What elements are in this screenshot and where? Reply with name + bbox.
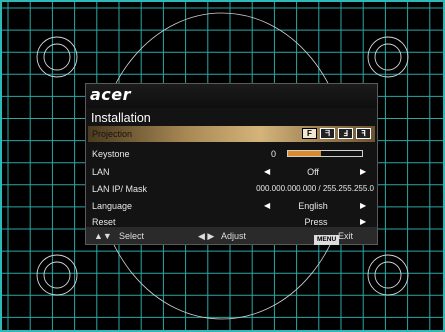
osd-footer: ▲▼ Select ◀ ▶ Adjust MENU Exit <box>86 227 377 245</box>
language-value: English <box>298 201 328 211</box>
arrow-right-icon[interactable]: ▶ <box>360 201 366 210</box>
keystone-value: 0 <box>271 149 277 159</box>
footer-adjust-label: Adjust <box>221 231 247 241</box>
menu-item-label: LAN IP/ Mask <box>92 184 148 194</box>
installation-osd-menu: acer Installation Projection F ᖷ Ⅎ ꟻ Key… <box>85 83 378 245</box>
menu-item-label: Projection <box>92 129 133 139</box>
menu-item-label: LAN <box>92 167 110 177</box>
projection-mode-options: F ᖷ Ⅎ ꟻ <box>302 128 371 139</box>
arrow-left-icon[interactable]: ◀ <box>264 167 270 176</box>
menu-item-language[interactable]: Language ◀ English ▶ <box>88 198 375 214</box>
menu-title: Installation <box>91 111 151 125</box>
arrow-left-icon[interactable]: ◀ <box>264 201 270 210</box>
menu-item-label: Reset <box>92 217 116 227</box>
left-right-arrows-icon: ◀ ▶ <box>198 231 215 241</box>
projection-rear-icon[interactable]: ᖷ <box>320 128 335 139</box>
up-down-arrows-icon: ▲▼ <box>94 231 112 241</box>
lan-value: Off <box>307 167 319 177</box>
footer-exit-label: Exit <box>338 231 354 241</box>
menu-item-lan-ip-mask: LAN IP/ Mask 000.000.000.000 / 255.255.2… <box>88 181 375 197</box>
arrow-right-icon[interactable]: ▶ <box>360 167 366 176</box>
reset-value: Press <box>304 217 328 227</box>
acer-logo: acer <box>90 85 132 104</box>
keystone-slider-fill <box>288 151 322 156</box>
projection-front-icon[interactable]: F <box>302 128 317 139</box>
keystone-slider[interactable] <box>287 150 363 157</box>
lan-ip-mask-value: 000.000.000.000 / 255.255.255.0 <box>256 184 374 193</box>
osd-header: acer <box>86 84 377 108</box>
arrow-right-icon[interactable]: ▶ <box>360 217 366 226</box>
projection-ceiling-icon[interactable]: Ⅎ <box>338 128 353 139</box>
menu-item-projection[interactable]: Projection F ᖷ Ⅎ ꟻ <box>88 126 375 142</box>
menu-item-label: Keystone <box>92 149 130 159</box>
menu-item-lan[interactable]: LAN ◀ Off ▶ <box>88 164 375 180</box>
footer-select-label: Select <box>119 231 145 241</box>
menu-item-label: Language <box>92 201 133 211</box>
projection-rear-ceiling-icon[interactable]: ꟻ <box>356 128 371 139</box>
menu-item-keystone[interactable]: Keystone 0 <box>88 146 375 162</box>
